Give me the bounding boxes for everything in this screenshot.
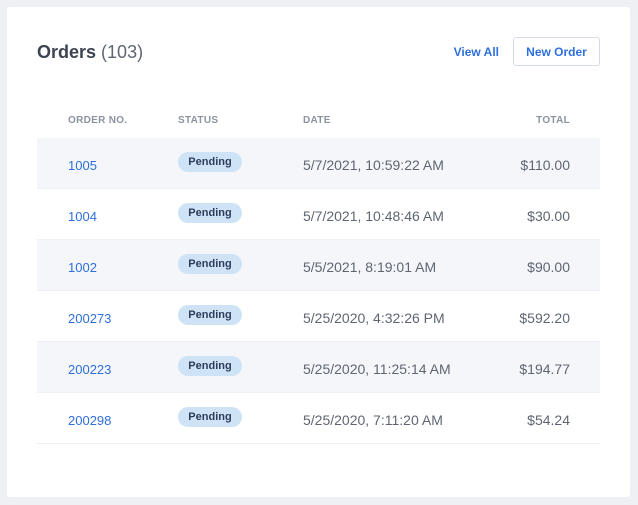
table-row: 1005 Pending 5/7/2021, 10:59:22 AM $110.… (37, 138, 600, 189)
table-row: 200298 Pending 5/25/2020, 7:11:20 AM $54… (37, 393, 600, 444)
orders-card: Orders (103) View All New Order ORDER NO… (7, 7, 630, 497)
order-number-link[interactable]: 200298 (68, 413, 111, 428)
table-header: ORDER NO. STATUS DATE TOTAL (37, 107, 600, 138)
orders-table: ORDER NO. STATUS DATE TOTAL 1005 Pending… (37, 107, 600, 444)
order-number-link[interactable]: 200273 (68, 311, 111, 326)
status-cell: Pending (178, 203, 242, 223)
order-date: 5/7/2021, 10:48:46 AM (303, 208, 444, 224)
status-cell: Pending (178, 356, 242, 376)
card-header: Orders (103) View All New Order (37, 37, 600, 67)
page-title: Orders (103) (37, 41, 143, 63)
view-all-link[interactable]: View All (454, 44, 499, 60)
order-number-link[interactable]: 200223 (68, 362, 111, 377)
order-date: 5/7/2021, 10:59:22 AM (303, 157, 444, 173)
order-total: $592.20 (519, 310, 570, 326)
order-date: 5/25/2020, 7:11:20 AM (303, 412, 443, 428)
status-cell: Pending (178, 254, 242, 274)
order-total: $54.24 (527, 412, 570, 428)
new-order-button[interactable]: New Order (513, 37, 600, 66)
order-number-link[interactable]: 1004 (68, 209, 97, 224)
table-row: 1002 Pending 5/5/2021, 8:19:01 AM $90.00 (37, 240, 600, 291)
column-header-order-no: ORDER NO. (68, 115, 128, 126)
order-total: $194.77 (519, 361, 570, 377)
column-header-total: TOTAL (536, 115, 570, 126)
table-row: 200223 Pending 5/25/2020, 11:25:14 AM $1… (37, 342, 600, 393)
table-row: 1004 Pending 5/7/2021, 10:48:46 AM $30.0… (37, 189, 600, 240)
status-badge: Pending (178, 254, 242, 274)
status-badge: Pending (178, 407, 242, 427)
column-header-status: STATUS (178, 115, 219, 126)
order-total: $90.00 (527, 259, 570, 275)
order-total: $30.00 (527, 208, 570, 224)
status-cell: Pending (178, 305, 242, 325)
column-header-date: DATE (303, 115, 331, 126)
order-date: 5/25/2020, 11:25:14 AM (303, 361, 451, 377)
orders-count: (103) (101, 42, 144, 62)
title-text: Orders (37, 42, 97, 62)
status-badge: Pending (178, 356, 242, 376)
status-cell: Pending (178, 407, 242, 427)
order-total: $110.00 (520, 157, 570, 173)
order-date: 5/5/2021, 8:19:01 AM (303, 259, 437, 275)
status-cell: Pending (178, 152, 242, 172)
status-badge: Pending (178, 305, 242, 325)
status-badge: Pending (178, 152, 242, 172)
order-date: 5/25/2020, 4:32:26 PM (303, 310, 445, 326)
order-number-link[interactable]: 1005 (68, 158, 97, 173)
status-badge: Pending (178, 203, 242, 223)
table-row: 200273 Pending 5/25/2020, 4:32:26 PM $59… (37, 291, 600, 342)
order-number-link[interactable]: 1002 (68, 260, 97, 275)
